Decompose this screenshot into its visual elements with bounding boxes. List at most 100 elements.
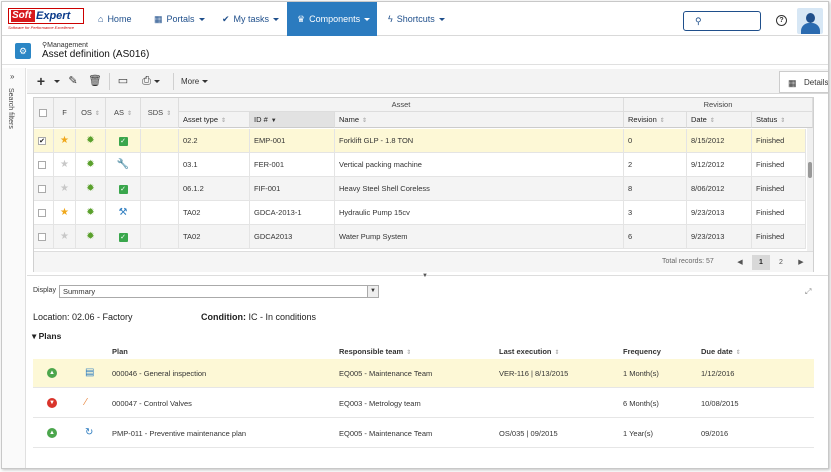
row-checkbox[interactable] [38, 209, 46, 217]
plan-name[interactable]: 000046 - General inspection [112, 359, 206, 388]
col-os-header[interactable]: OS ⇕ [76, 98, 106, 128]
status-cell: Finished [752, 153, 806, 177]
name-cell: Heavy Steel Shell Coreless [335, 177, 624, 201]
search-input[interactable]: ⚲ [683, 11, 761, 31]
id-cell: EMP-001 [250, 129, 335, 153]
table-icon: ▦ [788, 78, 797, 88]
table-row[interactable]: ✔ ★ ✹ ✓ 02.2 EMP-001 Forklift GLP - 1.8 … [34, 129, 806, 153]
prev-page-button[interactable]: ◀ [731, 255, 749, 270]
col-status-header[interactable]: Status ⇕ [752, 112, 813, 128]
sort-icon: ⇕ [406, 350, 412, 356]
star-icon[interactable]: ★ [60, 207, 69, 218]
col-revision-header[interactable]: Revision ⇕ [624, 112, 687, 128]
condition-label: Condition: [201, 312, 246, 322]
row-select-cell [34, 177, 54, 201]
id-cell: FIF-001 [250, 177, 335, 201]
delete-button[interactable]: 🗑 [87, 69, 103, 94]
add-dropdown[interactable] [51, 69, 60, 94]
col-date-label: Date [691, 115, 707, 124]
col-f-header[interactable]: F [54, 98, 76, 128]
star-icon[interactable]: ★ [60, 159, 69, 170]
expand-icon[interactable]: ⤢ [805, 287, 811, 297]
star-icon[interactable]: ★ [60, 231, 69, 242]
col-os-label: OS [81, 108, 92, 117]
chevron-down-icon [198, 18, 205, 22]
revision-cell: 0 [624, 129, 687, 153]
help-icon[interactable]: ? [776, 15, 787, 26]
sort-icon: ⇕ [709, 118, 715, 124]
col-sds-header[interactable]: SDS ⇕ [141, 98, 179, 128]
table-row[interactable]: ★ ✹ ✓ 06.1.2 FIF-001 Heavy Steel Shell C… [34, 177, 806, 201]
plans-col-plan[interactable]: Plan [112, 347, 128, 356]
table-row[interactable]: ★ ✹ ⚒ TA02 GDCA-2013-1 Hydraulic Pump 15… [34, 201, 806, 225]
more-button[interactable]: More [181, 69, 209, 94]
date-cell: 9/23/2013 [687, 201, 752, 225]
row-checkbox[interactable] [38, 185, 46, 193]
display-select[interactable]: Summary ▼ [59, 285, 379, 298]
nav-home[interactable]: ⌂ Home [98, 2, 131, 36]
page-2-button[interactable]: 2 [772, 255, 790, 270]
sds-cell [141, 225, 179, 249]
double-chevron-right-icon[interactable]: » [10, 72, 14, 81]
next-page-button[interactable]: ▶ [792, 255, 810, 270]
col-name-header[interactable]: Name ⇕ [335, 112, 624, 128]
row-checkbox[interactable]: ✔ [38, 137, 46, 145]
plans-col-last[interactable]: Last execution ⇕ [499, 347, 560, 356]
plans-col-due[interactable]: Due date ⇕ [701, 347, 741, 356]
col-date-header[interactable]: Date ⇕ [687, 112, 752, 128]
panel-splitter[interactable]: ▼ [27, 273, 828, 279]
row-select-cell [34, 225, 54, 249]
grid-scrollbar[interactable] [807, 128, 813, 251]
toolbar-divider [173, 73, 174, 90]
toolbar: + ✎ 🗑 ▭ ⎙ More ▦ Details [27, 69, 828, 94]
page-1-button[interactable]: 1 [752, 255, 770, 270]
total-records: Total records: 57 [662, 258, 714, 265]
check-icon: ✓ [118, 137, 128, 146]
cycle-icon: ↻ [85, 427, 94, 438]
nav-components[interactable]: ♛ Components [287, 2, 377, 36]
sds-cell [141, 177, 179, 201]
plan-name[interactable]: 000047 - Control Valves [112, 389, 192, 418]
plan-name[interactable]: PMP-011 - Preventive maintenance plan [112, 419, 246, 448]
select-all-checkbox[interactable] [39, 109, 47, 117]
col-id-header[interactable]: ID # ▼ [250, 112, 335, 128]
name-cell: Hydraulic Pump 15cv [335, 201, 624, 225]
home-icon: ⌂ [98, 14, 104, 24]
sort-icon: ⇕ [94, 111, 100, 117]
plans-col-team[interactable]: Responsible team ⇕ [339, 347, 411, 356]
plan-last-execution: VER-116 | 8/13/2015 [499, 369, 569, 378]
plan-due-date: 1/12/2016 [701, 369, 735, 378]
star-icon[interactable]: ★ [60, 135, 69, 146]
col-asset-type-header[interactable]: Asset type ⇕ [179, 112, 250, 128]
scrollbar-thumb[interactable] [808, 162, 812, 178]
plans-section-toggle[interactable]: ▾ Plans [32, 331, 61, 342]
details-button[interactable]: ▦ Details [779, 71, 828, 93]
avatar[interactable] [797, 8, 823, 34]
sds-cell [141, 129, 179, 153]
edit-button[interactable]: ✎ [65, 69, 81, 94]
more-label: More [181, 77, 200, 86]
chevron-up-icon: ▲ [47, 368, 57, 378]
nav-shortcuts[interactable]: ϟ Shortcuts [388, 2, 445, 36]
row-checkbox[interactable] [38, 161, 46, 169]
location-value: Location: 02.06 - Factory [33, 312, 133, 322]
breadcrumb[interactable]: ⚲Management [42, 41, 88, 49]
nav-my-tasks[interactable]: ✔ My tasks [222, 2, 280, 36]
row-checkbox[interactable] [38, 233, 46, 241]
star-icon[interactable]: ★ [60, 183, 69, 194]
view-button[interactable]: ▭ [115, 69, 131, 94]
plan-row[interactable]: ▼ ⁄ 000047 - Control Valves EQ003 - Metr… [33, 389, 814, 418]
col-as-header[interactable]: AS ⇕ [106, 98, 141, 128]
os-cell: ✹ [76, 225, 106, 249]
table-row[interactable]: ★ ✹ 🔧 03.1 FER-001 Vertical packing mach… [34, 153, 806, 177]
print-button[interactable]: ⎙ [139, 69, 163, 94]
softexpert-logo[interactable]: Soft Expert Software for Performance Exc… [8, 8, 84, 32]
add-button[interactable]: + [33, 69, 49, 94]
plan-row[interactable]: ▲ ↻ PMP-011 - Preventive maintenance pla… [33, 419, 814, 448]
group-revision-header: Revision [624, 98, 813, 112]
plan-row[interactable]: ▲ ▤ 000046 - General inspection EQ005 - … [33, 359, 814, 388]
plans-col-frequency[interactable]: Frequency [623, 347, 661, 356]
search-filters-panel[interactable]: » Search filters [2, 68, 26, 468]
table-row[interactable]: ★ ✹ ✓ TA02 GDCA2013 Water Pump System 6 … [34, 225, 806, 249]
nav-portals[interactable]: ▦ Portals [154, 2, 205, 36]
